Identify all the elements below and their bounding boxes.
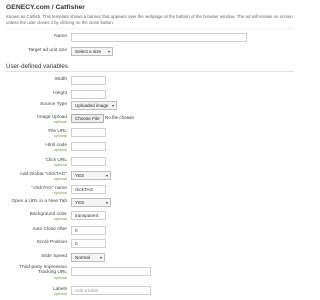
scroll-position-label: Scroll Position: [36, 240, 67, 245]
name-row: Name: [0, 33, 300, 45]
slide-speed-value: Normal: [75, 255, 90, 260]
third-party-url-row: Third-party Impression Tracking URL opti…: [0, 265, 300, 281]
file-url-input[interactable]: [71, 128, 106, 137]
open-new-tab-value: YES: [75, 200, 85, 205]
slide-speed-label: Slide Speed: [41, 254, 67, 259]
page-title: GENECY.com / Catfisher: [6, 4, 85, 11]
clicktag-name-input[interactable]: clickTAG: [71, 185, 106, 194]
width-label: Width: [54, 77, 67, 82]
add-global-clicktag-row: Add Global "clickTAG" optional YES ▾: [0, 171, 300, 183]
divider: [6, 71, 294, 72]
open-new-tab-label: Open a URL in a New Tab: [11, 199, 67, 204]
chevron-down-icon: ▾: [99, 255, 102, 260]
chevron-down-icon: ▾: [111, 103, 114, 108]
file-url-row: File URL optional: [0, 128, 300, 140]
slide-speed-row: Slide Speed Normal ▾: [0, 253, 300, 265]
chevron-down-icon: ▾: [105, 173, 108, 178]
add-global-clicktag-value: YES: [75, 173, 85, 178]
auto-close-label: Auto Close After: [32, 227, 67, 232]
html-code-input[interactable]: [71, 142, 106, 151]
clicktag-name-label-text: "clickTAG" name: [31, 186, 67, 191]
file-status: No file chosen: [105, 115, 135, 120]
target-size-row: Target ad unit size Select a size ▾: [0, 47, 300, 59]
image-upload-label: Image Upload optional: [37, 115, 67, 125]
labels-label-text: Labels: [52, 287, 67, 292]
third-party-url-input[interactable]: [71, 267, 151, 276]
source-type-row: Source Type Uploaded image ▾: [0, 101, 300, 113]
file-url-label-text: File URL: [48, 129, 67, 134]
third-party-url-label: Third-party Impression Tracking URL opti…: [19, 265, 67, 280]
width-row: Width: [0, 76, 300, 88]
background-color-row: Background color optional transparent: [0, 211, 300, 223]
labels-input[interactable]: Add a label: [71, 286, 151, 295]
source-type-value: Uploaded image: [75, 103, 109, 108]
name-input[interactable]: [71, 33, 247, 42]
optional-tag: optional: [53, 275, 67, 280]
template-description: Known as Catfish. This template shows a …: [6, 14, 293, 26]
divider: [6, 28, 294, 29]
source-type-select[interactable]: Uploaded image ▾: [71, 101, 117, 110]
add-global-clicktag-select[interactable]: YES ▾: [71, 171, 111, 180]
target-size-value: Select a size: [75, 49, 102, 54]
click-url-input[interactable]: [71, 157, 106, 166]
labels-placeholder: Add a label: [75, 288, 98, 293]
chevron-down-icon: ▾: [105, 200, 108, 205]
optional-tag: optional: [53, 148, 67, 153]
click-url-label: Click URL optional: [46, 158, 67, 168]
catfisher-template-form: GENECY.com / Catfisher Known as Catfish.…: [0, 0, 300, 300]
width-input[interactable]: [71, 76, 106, 85]
labels-label: Labels optional: [53, 287, 67, 297]
optional-tag: optional: [53, 134, 67, 139]
target-size-select[interactable]: Select a size ▾: [71, 47, 113, 56]
auto-close-row: Auto Close After 0: [0, 226, 300, 238]
add-global-clicktag-label-text: Add Global "clickTAG": [19, 172, 67, 177]
clicktag-name-label: "clickTAG" name optional: [31, 186, 67, 196]
file-url-label: File URL optional: [48, 129, 67, 139]
choose-file-button[interactable]: Choose File: [71, 114, 104, 123]
optional-tag: optional: [53, 163, 67, 168]
height-label: Height: [53, 91, 67, 96]
slide-speed-select[interactable]: Normal ▾: [71, 253, 105, 262]
background-color-label-text: Background color: [29, 212, 67, 217]
auto-close-input[interactable]: 0: [71, 226, 106, 235]
scroll-position-row: Scroll Position 0: [0, 239, 300, 251]
image-upload-label-text: Image Upload: [37, 115, 67, 120]
html-code-label: Html code optional: [45, 143, 67, 153]
section-title: User-defined variables: [6, 63, 68, 70]
source-type-label: Source Type: [40, 102, 67, 107]
add-global-clicktag-label: Add Global "clickTAG" optional: [20, 172, 67, 182]
click-url-label-text: Click URL: [45, 158, 67, 163]
optional-tag: optional: [53, 120, 67, 125]
open-new-tab-select[interactable]: YES ▾: [71, 198, 111, 207]
background-color-input[interactable]: transparent: [71, 211, 106, 220]
optional-tag: optional: [53, 177, 67, 182]
open-new-tab-row: Open a URL in a New Tab YES ▾: [0, 198, 300, 210]
scroll-position-input[interactable]: 0: [71, 239, 106, 248]
clicktag-name-row: "clickTAG" name optional clickTAG: [0, 185, 300, 197]
height-input[interactable]: [71, 90, 106, 99]
background-color-label: Background color optional: [30, 212, 67, 222]
html-code-row: Html code optional: [0, 142, 300, 154]
chevron-down-icon: ▾: [107, 49, 110, 54]
name-label: Name: [54, 34, 67, 39]
target-size-label: Target ad unit size: [28, 48, 67, 53]
labels-row: Labels optional Add a label: [0, 286, 300, 298]
optional-tag: optional: [53, 292, 67, 297]
image-upload-row: Image Upload optional Choose File No fil…: [0, 114, 300, 126]
optional-tag: optional: [53, 217, 67, 222]
optional-tag: optional: [53, 191, 67, 196]
html-code-label-text: Html code: [45, 143, 67, 148]
click-url-row: Click URL optional: [0, 157, 300, 169]
